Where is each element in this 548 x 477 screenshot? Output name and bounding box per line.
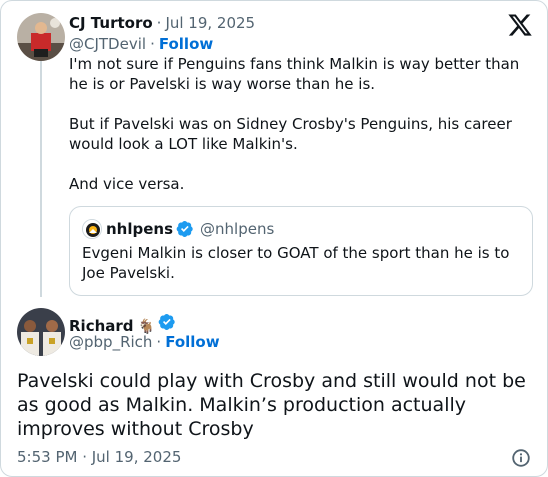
nhlpens-avatar: [82, 219, 102, 239]
verified-badge-icon: [158, 313, 175, 331]
separator: ·: [156, 14, 162, 32]
author-name[interactable]: CJ Turtoro: [69, 14, 153, 32]
thread-line: [40, 61, 42, 297]
post-paragraph: But if Pavelski was on Sidney Crosby's P…: [69, 115, 512, 153]
post-paragraph: I'm not sure if Penguins fans think Malk…: [69, 55, 520, 93]
reply-timestamp[interactable]: 5:53 PM · Jul 19, 2025: [17, 448, 181, 466]
post-paragraph: And vice versa.: [69, 175, 185, 193]
reply-subheader: @pbp_Rich · Follow: [69, 333, 220, 351]
x-logo-icon[interactable]: [507, 12, 533, 38]
author-handle[interactable]: @CJTDevil: [69, 35, 146, 53]
separator: ·: [150, 35, 155, 53]
richard-avatar[interactable]: [17, 308, 65, 356]
verified-badge-icon: [176, 220, 193, 238]
separator: ·: [156, 333, 162, 351]
post-header: CJ Turtoro · Jul 19, 2025: [69, 14, 255, 32]
follow-button[interactable]: Follow: [159, 35, 213, 53]
post-subheader: @CJTDevil · Follow: [69, 35, 213, 53]
info-icon[interactable]: [510, 447, 532, 469]
reply-text: Pavelski could play with Crosby and stil…: [17, 370, 526, 440]
reply-author-handle[interactable]: @pbp_Rich: [69, 333, 152, 351]
reply-header: Richard 🐐: [69, 313, 176, 335]
quoted-author-handle: @nhlpens: [200, 220, 275, 238]
follow-button[interactable]: Follow: [165, 333, 219, 351]
cj-turtoro-avatar[interactable]: [17, 13, 65, 61]
quoted-post[interactable]: nhlpens @nhlpens Evgeni Malkin is closer…: [69, 206, 533, 296]
quoted-post-text: Evgeni Malkin is closer to GOAT of the s…: [82, 244, 510, 282]
embedded-post-card: CJ Turtoro · Jul 19, 2025 @CJTDevil · Fo…: [0, 0, 548, 477]
quoted-author-name: nhlpens: [106, 220, 174, 238]
post-text: I'm not sure if Penguins fans think Malk…: [69, 54, 531, 194]
quoted-post-header: nhlpens @nhlpens: [82, 219, 274, 239]
post-date[interactable]: Jul 19, 2025: [165, 14, 255, 32]
